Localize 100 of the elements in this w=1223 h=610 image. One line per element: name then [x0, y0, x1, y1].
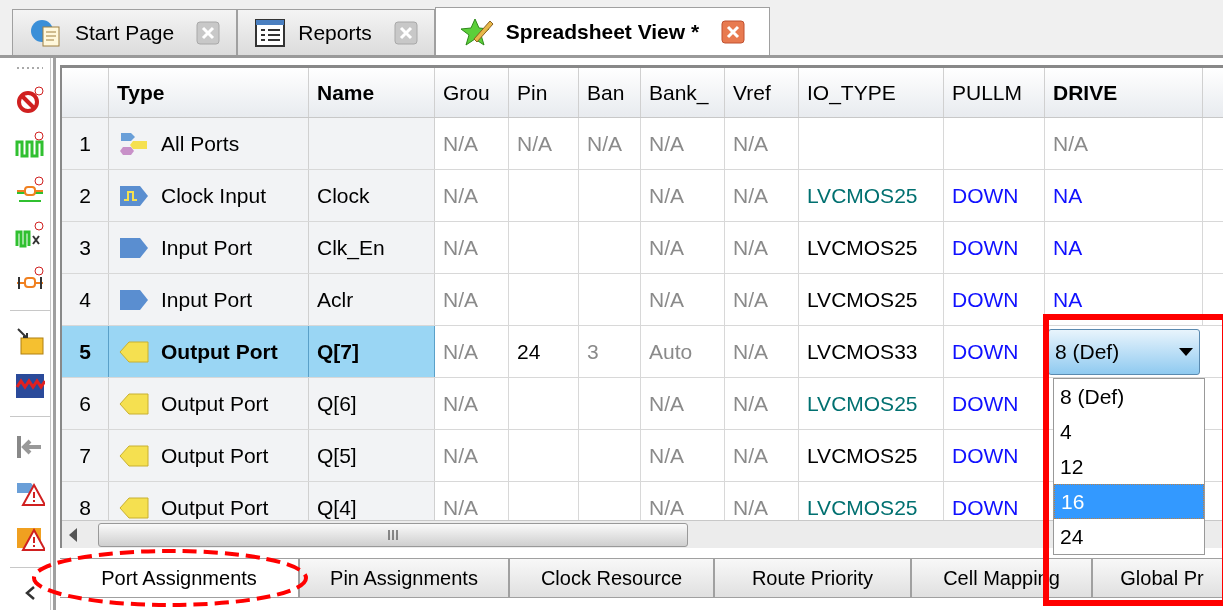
- document-tab[interactable]: Start Page: [12, 9, 238, 55]
- type-label: Input Port: [161, 234, 253, 261]
- table-cell: DOWN: [944, 326, 1045, 377]
- table-cell: N/A: [725, 274, 799, 325]
- row-number[interactable]: 8: [62, 482, 109, 520]
- sheet-tab[interactable]: Route Priority: [715, 559, 912, 598]
- table-cell: N/A: [435, 430, 509, 481]
- column-header[interactable]: Grou: [435, 68, 509, 117]
- table-cell: N/A: [435, 326, 509, 377]
- table-cell: N/A: [641, 430, 725, 481]
- column-header[interactable]: Vref: [725, 68, 799, 117]
- table-cell: N/A: [725, 430, 799, 481]
- table-cell: LVCMOS25: [799, 378, 944, 429]
- document-tab[interactable]: Reports: [237, 9, 435, 55]
- tab-label: Reports: [298, 19, 372, 46]
- chevron-left-icon[interactable]: [24, 585, 36, 601]
- table-cell: DOWN: [944, 430, 1045, 481]
- table-cell: N/A: [725, 118, 799, 169]
- column-header[interactable]: IO_TYPE: [799, 68, 944, 117]
- sheet-tab[interactable]: Clock Resource: [510, 559, 715, 598]
- dropdown-option[interactable]: 8 (Def): [1054, 379, 1204, 414]
- name-cell: Clock: [309, 170, 435, 221]
- output-port-icon: [119, 444, 149, 467]
- table-cell: N/A: [435, 274, 509, 325]
- tab-label: Start Page: [75, 19, 175, 46]
- column-header[interactable]: Ban: [579, 68, 641, 117]
- type-label: Output Port: [161, 390, 269, 417]
- tab-label: Spreadsheet View *: [505, 18, 700, 45]
- table-cell: N/A: [435, 378, 509, 429]
- row-number[interactable]: 2: [62, 170, 109, 221]
- name-cell: Aclr: [309, 274, 435, 325]
- table-cell: NA: [1045, 274, 1203, 325]
- dropdown-arrow-icon: [1179, 347, 1193, 356]
- ports-icon: [119, 130, 149, 157]
- row-number[interactable]: 1: [62, 118, 109, 169]
- table-cell: N/A: [579, 118, 641, 169]
- table-cell: N/A: [641, 170, 725, 221]
- table-cell: N/A: [641, 378, 725, 429]
- row-number[interactable]: 3: [62, 222, 109, 273]
- folder-icon[interactable]: [15, 326, 45, 356]
- scroll-thumb[interactable]: [98, 522, 688, 547]
- column-header[interactable]: PULLM: [944, 68, 1045, 117]
- report-table-icon: [254, 17, 287, 48]
- close-icon[interactable]: [721, 19, 746, 44]
- row-number[interactable]: 6: [62, 378, 109, 429]
- output-port-icon: [119, 340, 149, 363]
- name-cell: Q[6]: [309, 378, 435, 429]
- grip-icon: [387, 529, 399, 540]
- grip-icon: [15, 66, 45, 70]
- type-label: Output Port: [161, 442, 269, 469]
- table-cell: DOWN: [944, 170, 1045, 221]
- table-cell: 3: [579, 326, 641, 377]
- document-tab[interactable]: Spreadsheet View *: [434, 7, 771, 55]
- type-label: Input Port: [161, 286, 253, 313]
- sheet-tab[interactable]: Global Pr: [1093, 559, 1223, 598]
- table-cell: LVCMOS25: [799, 274, 944, 325]
- input-port-icon: [119, 288, 149, 311]
- table-cell: 24: [509, 326, 579, 377]
- column-header[interactable]: Name: [309, 68, 435, 117]
- table-cell: DOWN: [944, 222, 1045, 273]
- sheet-tab[interactable]: Port Assignments: [60, 559, 300, 598]
- table-cell: N/A: [435, 222, 509, 273]
- name-cell: Q[5]: [309, 430, 435, 481]
- dropdown-option[interactable]: 24: [1054, 519, 1204, 554]
- row-number[interactable]: 7: [62, 430, 109, 481]
- table-cell: LVCMOS25: [799, 430, 944, 481]
- name-cell: Q[7]: [309, 326, 435, 377]
- column-header[interactable]: Bank_: [641, 68, 725, 117]
- table-cell: NA: [1045, 222, 1203, 273]
- prohibited-icon[interactable]: [15, 85, 45, 115]
- table-cell: N/A: [641, 118, 725, 169]
- table-cell: DOWN: [944, 378, 1045, 429]
- column-header[interactable]: DRIVE: [1045, 68, 1203, 117]
- output-port-icon: [119, 392, 149, 415]
- table-cell: NA: [1045, 170, 1203, 221]
- dropdown-option[interactable]: 12: [1054, 449, 1204, 484]
- table-cell: N/A: [435, 170, 509, 221]
- sheet-tab[interactable]: Pin Assignments: [300, 559, 510, 598]
- type-label: Output Port: [161, 338, 278, 365]
- table-cell: N/A: [725, 170, 799, 221]
- row-number[interactable]: 5: [62, 326, 109, 377]
- input-port-icon: [119, 236, 149, 259]
- table-cell: N/A: [641, 222, 725, 273]
- star-pencil-icon: [459, 16, 494, 47]
- table-cell: DOWN: [944, 274, 1045, 325]
- column-header[interactable]: Pin: [509, 68, 579, 117]
- drive-select[interactable]: 8 (Def): [1048, 328, 1200, 375]
- waveform-icon[interactable]: [15, 220, 45, 250]
- dropdown-option[interactable]: 4: [1054, 414, 1204, 449]
- vref-icon[interactable]: [15, 371, 45, 401]
- table-cell: N/A: [435, 118, 509, 169]
- type-label: Clock Input: [161, 182, 267, 209]
- row-number[interactable]: 4: [62, 274, 109, 325]
- table-cell: N/A: [641, 274, 725, 325]
- scroll-left-icon[interactable]: [68, 527, 78, 542]
- name-cell: Q[4]: [309, 482, 435, 520]
- column-header[interactable]: Type: [109, 68, 309, 117]
- table-cell: N/A: [725, 222, 799, 273]
- globe-page-icon: [29, 17, 63, 48]
- table-cell: LVCMOS25: [799, 222, 944, 273]
